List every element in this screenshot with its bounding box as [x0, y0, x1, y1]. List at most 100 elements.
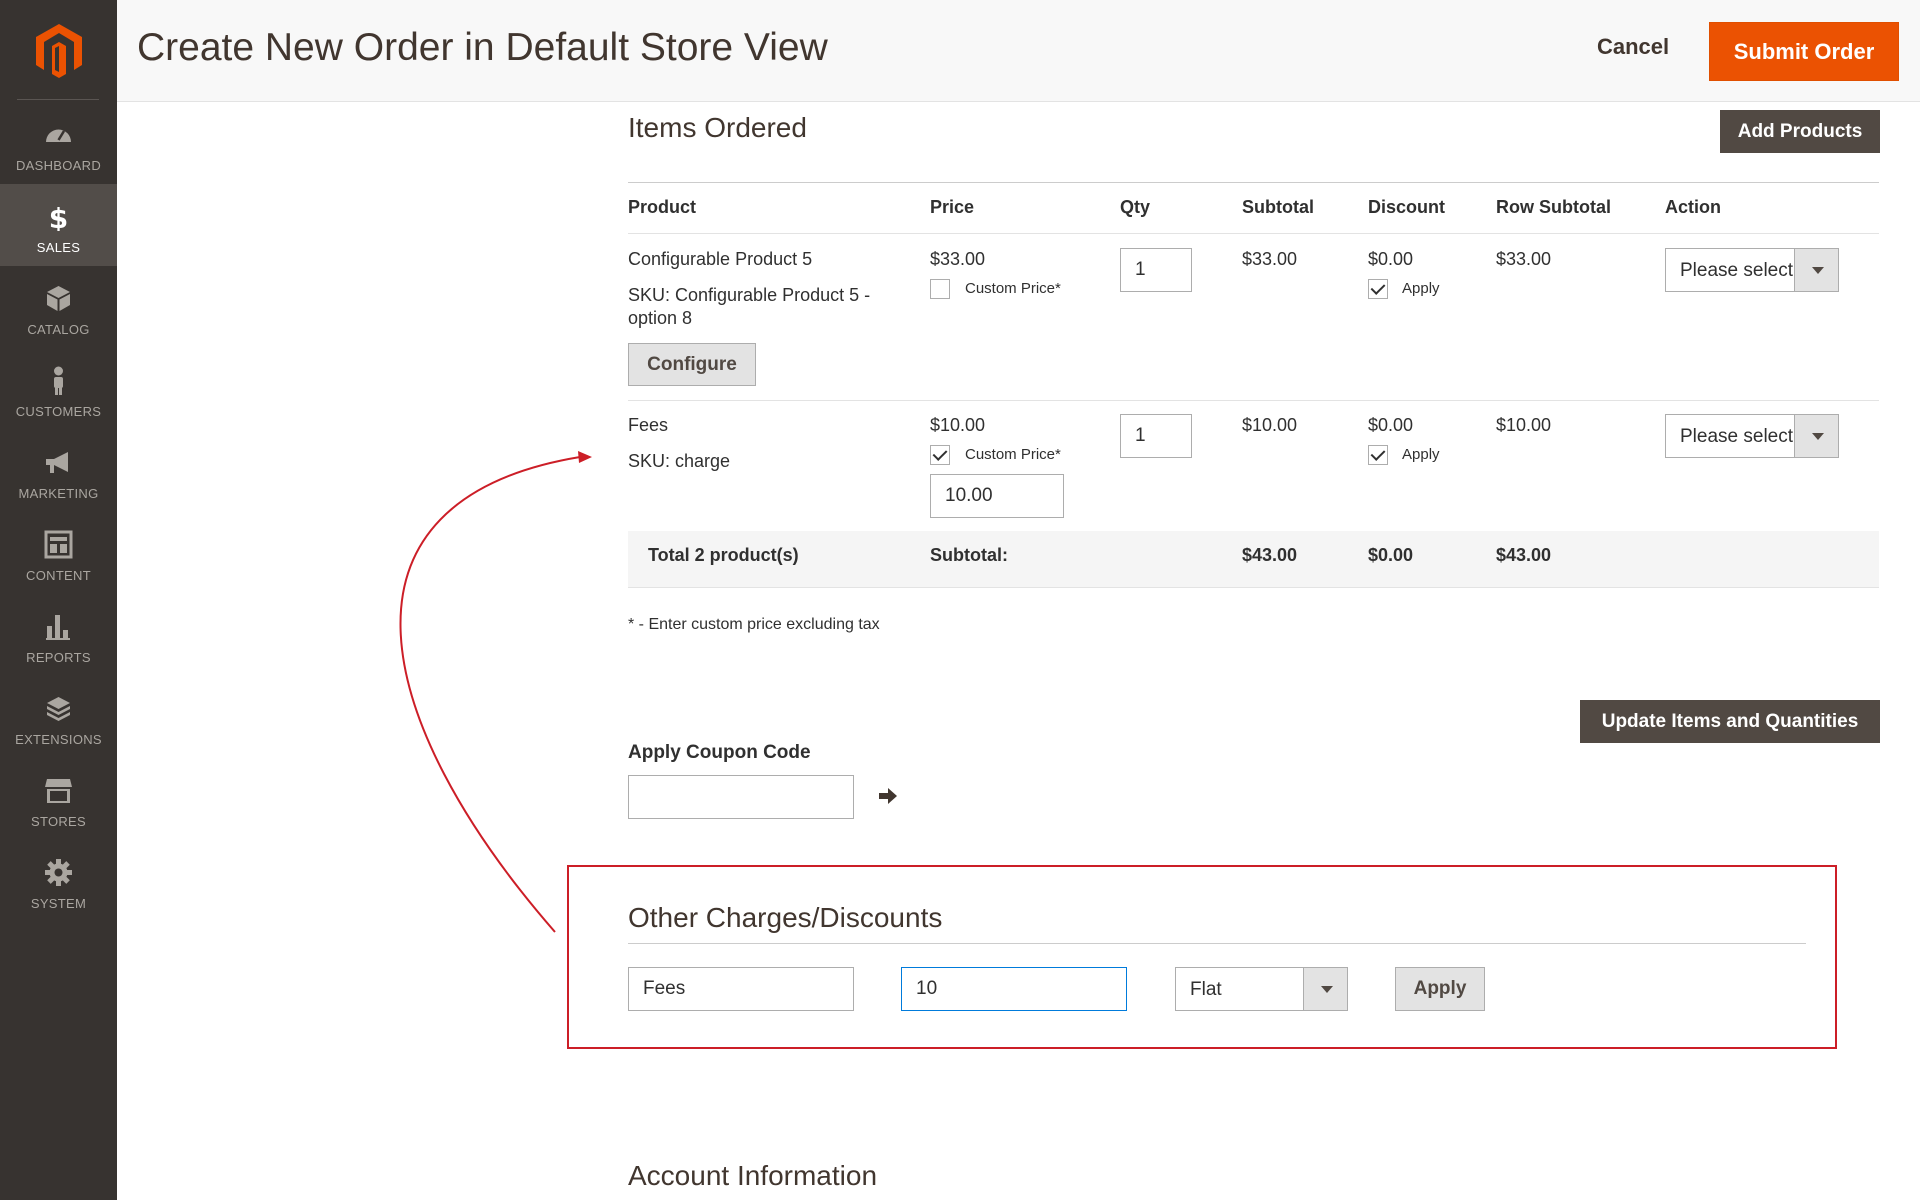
bar-chart-icon — [46, 615, 70, 640]
item-price: $33.00 — [930, 249, 986, 269]
product-sku: SKU: Configurable Product 5 - — [628, 285, 871, 305]
item-row-subtotal: $10.00 — [1496, 415, 1552, 435]
nav-catalog[interactable]: CATALOG — [0, 266, 117, 348]
chevron-down-icon — [1794, 415, 1838, 457]
other-charges-divider — [628, 943, 1806, 944]
nav-extensions[interactable]: EXTENSIONS — [0, 676, 117, 758]
blocks-icon — [47, 697, 70, 721]
total-discount: $0.00 — [1368, 545, 1414, 565]
arrow-right-icon[interactable] — [878, 786, 898, 806]
total-subtotal: $43.00 — [1242, 545, 1298, 565]
custom-price-label: Custom Price* — [965, 280, 1061, 297]
header-row-border — [628, 233, 1879, 234]
cancel-button[interactable]: Cancel — [1597, 34, 1669, 60]
configure-button[interactable]: Configure — [628, 343, 756, 386]
product-sku-line2: option 8 — [628, 308, 693, 328]
person-icon — [54, 366, 63, 395]
product-name: Fees — [628, 415, 669, 435]
annotation-highlight-box — [567, 865, 1837, 1049]
submit-order-button[interactable]: Submit Order — [1709, 22, 1899, 81]
qty-input[interactable] — [1120, 248, 1192, 292]
charge-amount-input[interactable] — [901, 967, 1127, 1011]
chevron-down-icon — [1794, 249, 1838, 291]
cube-icon — [47, 286, 70, 311]
nav-label: REPORTS — [26, 650, 91, 665]
nav-label: MARKETING — [18, 486, 99, 501]
custom-price-note: * - Enter custom price excluding tax — [628, 616, 880, 633]
account-information-title: Account Information — [628, 1160, 878, 1191]
nav-label: CONTENT — [26, 568, 91, 583]
custom-price-checkbox[interactable] — [930, 279, 950, 299]
action-select-value: Please select — [1680, 426, 1794, 447]
apply-discount-label: Apply — [1402, 280, 1440, 297]
charge-name-input[interactable] — [628, 967, 854, 1011]
update-items-button[interactable]: Update Items and Quantities — [1580, 700, 1880, 743]
nav-marketing[interactable]: MARKETING — [0, 430, 117, 512]
megaphone-icon — [46, 452, 68, 473]
coupon-label: Apply Coupon Code — [628, 742, 811, 763]
nav-label: CATALOG — [27, 322, 90, 337]
item-subtotal: $33.00 — [1242, 249, 1298, 269]
product-name: Configurable Product 5 — [628, 249, 813, 269]
logo-divider — [17, 99, 99, 100]
nav-reports[interactable]: REPORTS — [0, 594, 117, 676]
total-subtotal-label: Subtotal: — [930, 545, 1008, 565]
item-row-subtotal: $33.00 — [1496, 249, 1552, 269]
apply-charge-button[interactable]: Apply — [1395, 967, 1485, 1011]
row-border — [628, 400, 1879, 401]
action-select-value: Please select — [1680, 260, 1794, 281]
apply-discount-checkbox[interactable] — [1368, 279, 1388, 299]
annotation-arrow-icon — [399, 451, 592, 933]
total-row-subtotal: $43.00 — [1496, 545, 1552, 565]
layout-icon — [44, 530, 73, 559]
chevron-down-icon — [1303, 968, 1347, 1010]
product-sku: SKU: charge — [628, 451, 731, 471]
total-products-label: Total 2 product(s) — [648, 545, 799, 565]
apply-discount-checkbox[interactable] — [1368, 445, 1388, 465]
other-charges-title: Other Charges/Discounts — [628, 902, 943, 933]
nav-label: STORES — [30, 814, 87, 829]
magento-logo-icon[interactable] — [30, 22, 88, 80]
nav-label: EXTENSIONS — [15, 732, 102, 747]
nav-sales[interactable]: $ SALES — [0, 184, 117, 266]
col-subtotal: Subtotal — [1242, 197, 1314, 217]
storefront-icon — [45, 779, 72, 803]
nav-content[interactable]: CONTENT — [0, 512, 117, 594]
custom-price-checkbox[interactable] — [930, 445, 950, 465]
item-discount: $0.00 — [1368, 249, 1414, 269]
action-select[interactable]: Please select — [1665, 414, 1839, 458]
admin-sidebar: DASHBOARD $ SALES CATALOG CUSTOMERS MARK… — [0, 0, 117, 1200]
charge-type-select[interactable]: Flat — [1175, 967, 1348, 1011]
nav-label: DASHBOARD — [15, 158, 102, 173]
apply-discount-label: Apply — [1402, 446, 1440, 463]
gear-icon — [45, 859, 72, 886]
totals-border — [628, 587, 1879, 588]
items-ordered-title: Items Ordered — [628, 112, 807, 143]
page-title: Create New Order in Default Store View — [137, 26, 828, 69]
custom-price-label: Custom Price* — [965, 446, 1061, 463]
svg-text:$: $ — [49, 202, 68, 231]
nav-label: SYSTEM — [30, 896, 87, 911]
item-price: $10.00 — [930, 415, 986, 435]
col-qty: Qty — [1120, 197, 1151, 217]
qty-input[interactable] — [1120, 414, 1192, 458]
dashboard-icon — [46, 129, 71, 142]
col-action: Action — [1665, 197, 1721, 217]
charge-type-value: Flat — [1190, 979, 1222, 1000]
nav-dashboard[interactable]: DASHBOARD — [0, 102, 117, 184]
col-row-subtotal: Row Subtotal — [1496, 197, 1611, 217]
nav-customers[interactable]: CUSTOMERS — [0, 348, 117, 430]
nav-label: SALES — [36, 240, 81, 255]
custom-price-input[interactable] — [930, 474, 1064, 518]
nav-label: CUSTOMERS — [15, 404, 102, 419]
item-subtotal: $10.00 — [1242, 415, 1298, 435]
add-products-button[interactable]: Add Products — [1720, 110, 1880, 153]
nav-stores[interactable]: STORES — [0, 758, 117, 840]
action-select[interactable]: Please select — [1665, 248, 1839, 292]
col-discount: Discount — [1368, 197, 1446, 217]
item-discount: $0.00 — [1368, 415, 1414, 435]
nav-system[interactable]: SYSTEM — [0, 840, 117, 922]
page-header: Create New Order in Default Store View C… — [117, 0, 1920, 102]
col-price: Price — [930, 197, 975, 217]
coupon-input[interactable] — [628, 775, 854, 819]
